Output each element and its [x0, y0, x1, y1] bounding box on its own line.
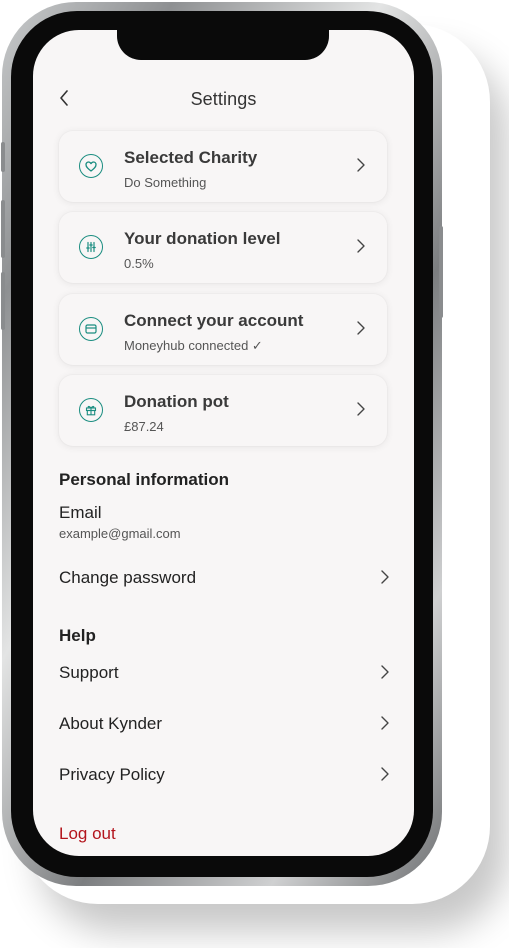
- card-subtitle: 0.5%: [124, 256, 154, 271]
- chevron-right-icon: [381, 570, 389, 584]
- logout-button[interactable]: Log out: [59, 824, 116, 844]
- chevron-right-icon: [381, 716, 389, 730]
- chevron-right-icon: [357, 402, 365, 416]
- change-password-row[interactable]: Change password: [59, 566, 389, 592]
- support-label: Support: [59, 663, 119, 682]
- about-kynder-label: About Kynder: [59, 714, 163, 733]
- mute-switch: [1, 142, 5, 172]
- card-title: Donation pot: [124, 392, 229, 411]
- email-label: Email: [59, 503, 102, 522]
- card-title: Your donation level: [124, 229, 281, 248]
- card-subtitle: £87.24: [124, 419, 164, 434]
- chevron-right-icon: [381, 767, 389, 781]
- about-kynder-row[interactable]: About Kynder: [59, 712, 389, 738]
- chevron-right-icon: [381, 665, 389, 679]
- donation-level-card[interactable]: Your donation level 0.5%: [59, 212, 387, 283]
- selected-charity-card[interactable]: Selected Charity Do Something: [59, 131, 387, 202]
- email-value: example@gmail.com: [59, 526, 181, 541]
- heart-icon: [79, 154, 103, 178]
- sliders-icon: [79, 235, 103, 259]
- privacy-policy-row[interactable]: Privacy Policy: [59, 763, 389, 789]
- card-subtitle: Moneyhub connected ✓: [124, 338, 263, 353]
- card-subtitle: Do Something: [124, 175, 207, 190]
- chevron-right-icon: [357, 239, 365, 253]
- chevron-right-icon: [357, 321, 365, 335]
- volume-down-button: [1, 272, 5, 330]
- app-screen: Settings Selected Charity Do Something Y…: [33, 30, 414, 856]
- gift-icon: [79, 398, 103, 422]
- help-heading: Help: [59, 626, 96, 645]
- page-title: Settings: [190, 89, 257, 109]
- support-row[interactable]: Support: [59, 661, 389, 687]
- volume-up-button: [1, 200, 5, 258]
- chevron-right-icon: [357, 158, 365, 172]
- header: Settings: [33, 85, 414, 115]
- change-password-label: Change password: [59, 568, 197, 587]
- card-title: Selected Charity: [124, 148, 258, 167]
- personal-info-heading: Personal information: [59, 470, 230, 489]
- connect-account-card[interactable]: Connect your account Moneyhub connected …: [59, 294, 387, 365]
- privacy-policy-label: Privacy Policy: [59, 765, 165, 784]
- power-button: [439, 226, 443, 318]
- donation-pot-card[interactable]: Donation pot £87.24: [59, 375, 387, 446]
- notch: [117, 30, 329, 60]
- card-title: Connect your account: [124, 311, 304, 330]
- wallet-icon: [79, 317, 103, 341]
